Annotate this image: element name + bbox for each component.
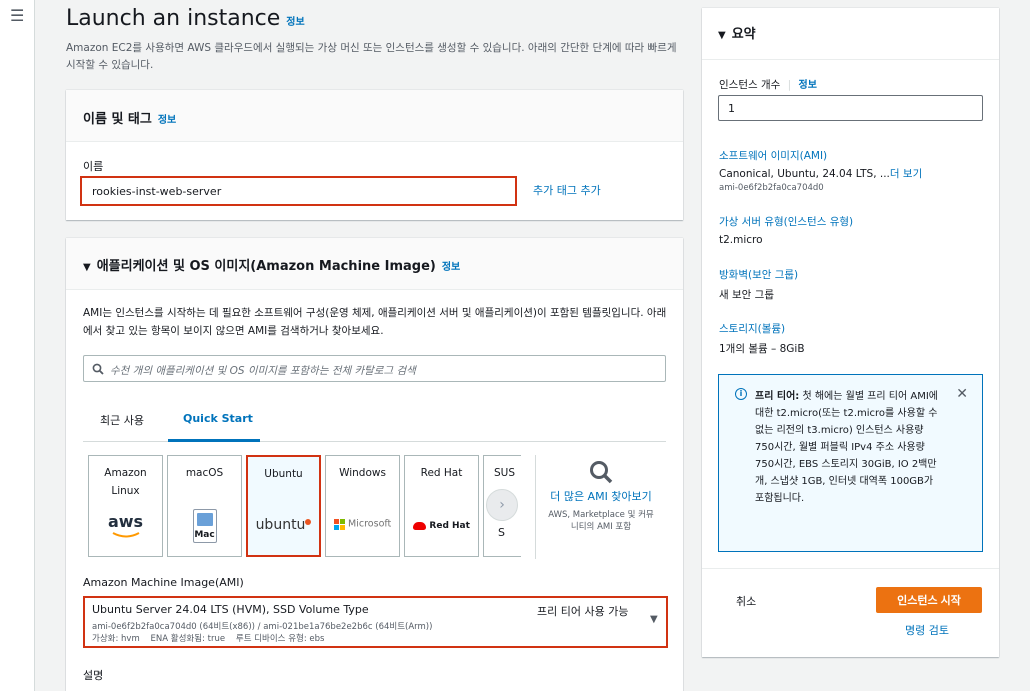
software-image-value-text: Canonical, Ubuntu, 24.04 LTS, ... xyxy=(719,168,890,180)
browse-more-amis-link[interactable]: 더 많은 AMI 찾아보기 xyxy=(536,489,666,505)
instance-count-label-text: 인스턴스 개수 xyxy=(719,79,781,91)
browse-more-amis-note: AWS, Marketplace 및 커뮤니티의 AMI 포함 xyxy=(548,510,654,532)
os-card-windows[interactable]: Windows Microsoft xyxy=(325,455,400,557)
ubuntu-dot-icon xyxy=(305,519,312,525)
aws-logo-text: aws xyxy=(107,512,144,531)
red-hat-logo-icon: Red Hat xyxy=(405,520,478,532)
instance-count-value: 1 xyxy=(728,102,735,115)
description-label: 설명 xyxy=(83,669,104,682)
navigation-rail: ☰ xyxy=(0,0,35,691)
aws-logo-icon: aws xyxy=(89,514,162,542)
review-commands-link[interactable]: 명령 검토 xyxy=(905,622,949,638)
free-tier-alert-text: 프리 티어: 첫 해에는 월별 프리 티어 AMI에 대한 t2.micro(또… xyxy=(755,388,945,507)
name-and-tags-title: 이름 및 태그 xyxy=(83,112,152,127)
page-title: Launch an instance 정보 xyxy=(66,6,305,31)
os-card-amazon-linux[interactable]: Amazon Linux aws xyxy=(88,455,163,557)
ami-selected-name: Ubuntu Server 24.04 LTS (HVM), SSD Volum… xyxy=(92,603,369,616)
page-subtitle: Amazon EC2를 사용하면 AWS 클라우드에서 실행되는 가상 머신 또… xyxy=(66,42,677,71)
free-tier-alert: i ✕ 프리 티어: 첫 해에는 월별 프리 티어 AMI에 대한 t2.mic… xyxy=(718,374,983,552)
ami-selected-ids: ami-0e6f2b2fa0ca704d0 (64비트(x86)) / ami-… xyxy=(92,622,433,632)
tab-active-indicator xyxy=(168,439,260,442)
name-field-value: rookies-inst-web-server xyxy=(92,185,222,198)
name-and-tags-info-link[interactable]: 정보 xyxy=(158,115,176,126)
software-image-value: Canonical, Ubuntu, 24.04 LTS, ...더 보기 xyxy=(719,166,922,181)
os-card-macos-label: macOS xyxy=(185,467,224,479)
microsoft-logo-text: Microsoft xyxy=(348,518,392,530)
os-card-red-hat-label: Red Hat xyxy=(420,467,463,479)
search-icon xyxy=(92,363,104,375)
menu-icon[interactable]: ☰ xyxy=(10,8,24,24)
ami-selected-meta: 가상화: hvm ENA 활성화됨: true 루트 디바이스 유형: ebs xyxy=(92,634,325,644)
ami-search-placeholder: 수천 개의 애플리케이션 및 OS 이미지를 포함하는 전체 카탈로그 검색 xyxy=(110,365,416,377)
name-and-tags-header: 이름 및 태그 정보 xyxy=(66,90,683,142)
red-hat-logo-text: Red Hat xyxy=(429,521,470,531)
summary-panel: ▼ 요약 인스턴스 개수 | 정보 1 소프트웨어 이미지(AMI) Canoni… xyxy=(702,8,999,657)
free-tier-alert-title: 프리 티어: xyxy=(755,391,800,402)
firewall-link[interactable]: 방화벽(보안 그룹) xyxy=(719,267,798,282)
label-separator: | xyxy=(787,79,792,91)
instance-type-value: t2.micro xyxy=(719,234,763,246)
chevron-right-icon: › xyxy=(499,497,505,513)
name-label: 이름 xyxy=(83,160,104,173)
ami-description: AMI는 인스턴스를 시작하는 데 필요한 소프트웨어 구성(운영 체제, 애플… xyxy=(83,307,667,337)
instance-count-label: 인스턴스 개수 | 정보 xyxy=(719,76,817,92)
software-image-link[interactable]: 소프트웨어 이미지(AMI) xyxy=(719,148,827,163)
tab-quick-start[interactable]: Quick Start xyxy=(183,412,253,425)
page-title-text: Launch an instance xyxy=(66,6,281,31)
summary-header: ▼ 요약 xyxy=(702,8,999,60)
search-icon xyxy=(590,461,613,484)
ubuntu-logo-text: ubuntu xyxy=(255,517,306,533)
summary-heading[interactable]: ▼ 요약 xyxy=(718,23,756,42)
os-card-macos[interactable]: macOS Mac xyxy=(167,455,242,557)
name-and-tags-panel: 이름 및 태그 정보 이름 rookies-inst-web-server 추가 … xyxy=(66,90,683,220)
ubuntu-logo-icon: ubuntu xyxy=(248,517,319,533)
os-card-red-hat[interactable]: Red Hat Red Hat xyxy=(404,455,479,557)
ami-info-link[interactable]: 정보 xyxy=(442,262,460,273)
ami-search-input[interactable]: 수천 개의 애플리케이션 및 OS 이미지를 포함하는 전체 카탈로그 검색 xyxy=(83,355,666,382)
os-card-suse-label: SUS xyxy=(494,467,516,479)
page-info-link[interactable]: 정보 xyxy=(286,17,304,28)
ami-select-label: Amazon Machine Image(AMI) xyxy=(83,576,244,589)
name-field[interactable]: rookies-inst-web-server xyxy=(80,176,517,206)
suse-logo-icon: S xyxy=(498,526,505,539)
launch-instance-button[interactable]: 인스턴스 시작 xyxy=(876,587,982,613)
os-card-amazon-linux-label: Amazon Linux xyxy=(104,467,147,497)
mac-logo-text: Mac xyxy=(194,530,215,540)
os-card-ubuntu-label: Ubuntu xyxy=(264,468,303,480)
caret-down-icon: ▼ xyxy=(83,262,91,273)
carousel-next-button[interactable]: › xyxy=(486,489,518,521)
caret-down-icon: ▼ xyxy=(718,30,726,41)
summary-heading-text: 요약 xyxy=(731,27,756,42)
storage-link[interactable]: 스토리지(볼륨) xyxy=(719,321,785,336)
close-icon[interactable]: ✕ xyxy=(956,386,968,402)
browse-more-amis[interactable]: 더 많은 AMI 찾아보기 AWS, Marketplace 및 커뮤니티의 A… xyxy=(536,455,666,559)
microsoft-logo-icon: Microsoft xyxy=(326,518,399,530)
ami-heading[interactable]: ▼ 애플리케이션 및 OS 이미지(Amazon Machine Image) 정보 xyxy=(83,255,460,274)
cancel-button[interactable]: 취소 xyxy=(736,593,756,609)
ami-header: ▼ 애플리케이션 및 OS 이미지(Amazon Machine Image) 정보 xyxy=(66,238,683,290)
free-tier-alert-body: 첫 해에는 월별 프리 티어 AMI에 대한 t2.micro(또는 t2.mi… xyxy=(755,391,938,504)
ami-select[interactable]: Ubuntu Server 24.04 LTS (HVM), SSD Volum… xyxy=(83,596,668,648)
instance-type-link[interactable]: 가상 서버 유형(인스턴스 유형) xyxy=(719,214,853,229)
summary-footer-divider xyxy=(702,568,999,569)
storage-value: 1개의 볼륨 – 8GiB xyxy=(719,343,805,355)
aws-smile-icon xyxy=(112,532,139,538)
caret-down-icon: ▼ xyxy=(650,614,658,625)
tab-recent[interactable]: 최근 사용 xyxy=(100,412,144,428)
name-and-tags-heading: 이름 및 태그 정보 xyxy=(83,108,176,127)
free-tier-badge: 프리 티어 사용 가능 xyxy=(537,605,629,618)
instance-count-info-link[interactable]: 정보 xyxy=(799,80,817,91)
add-tags-link[interactable]: 추가 태그 추가 xyxy=(533,182,601,198)
instance-count-input[interactable]: 1 xyxy=(718,95,983,121)
info-icon: i xyxy=(735,388,747,400)
mac-logo-icon: Mac xyxy=(168,509,241,546)
os-card-ubuntu[interactable]: Ubuntu ubuntu xyxy=(246,455,321,557)
software-image-id: ami-0e6f2b2fa0ca704d0 xyxy=(719,183,824,193)
firewall-value: 새 보안 그룹 xyxy=(719,289,774,301)
os-card-windows-label: Windows xyxy=(339,467,386,479)
ami-heading-text: 애플리케이션 및 OS 이미지(Amazon Machine Image) xyxy=(96,259,436,274)
ami-panel: ▼ 애플리케이션 및 OS 이미지(Amazon Machine Image) 정보… xyxy=(66,238,683,691)
software-image-more-link[interactable]: 더 보기 xyxy=(890,168,922,180)
